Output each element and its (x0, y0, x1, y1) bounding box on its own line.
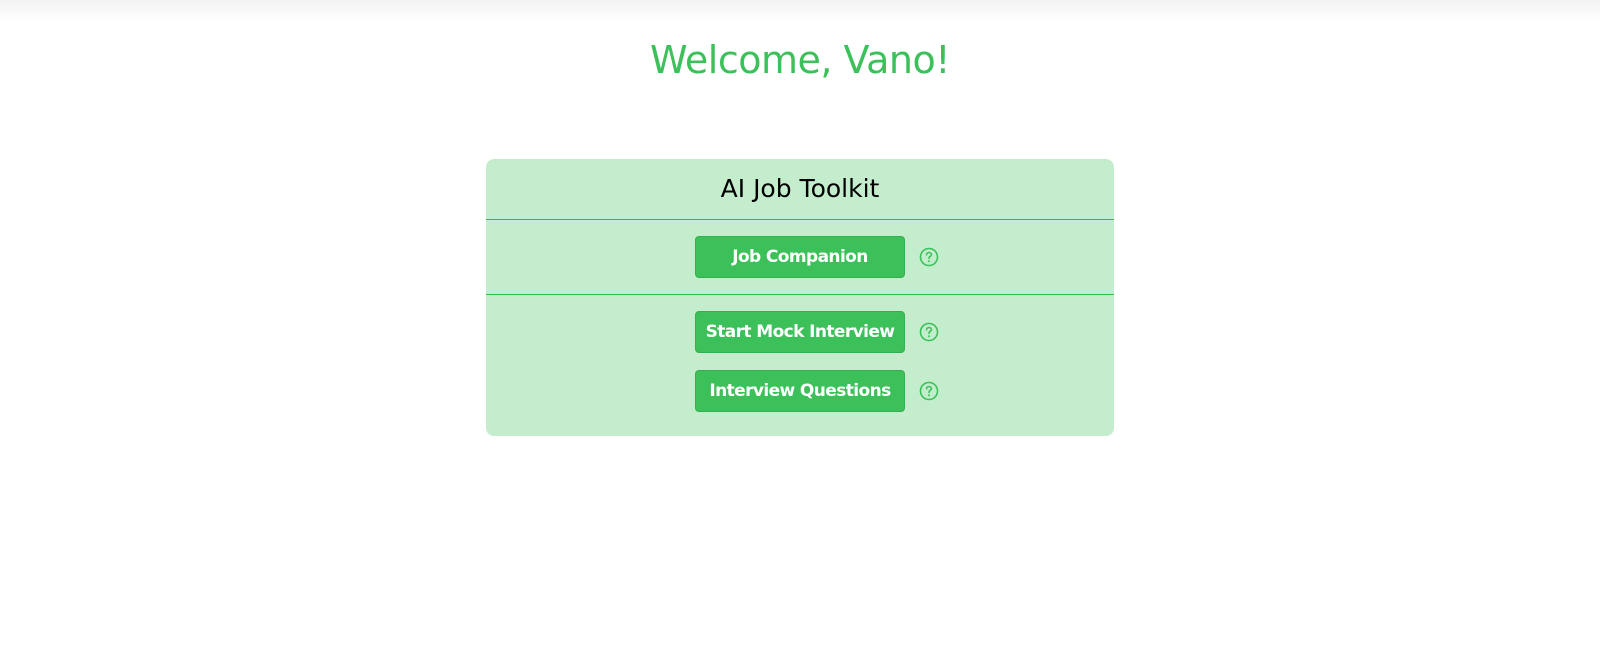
question-circle-icon[interactable] (919, 247, 939, 267)
page-title: Welcome, Vano! (650, 38, 950, 82)
job-companion-button[interactable]: Job Companion (695, 236, 905, 278)
interview-questions-button[interactable]: Interview Questions (695, 370, 905, 412)
start-mock-interview-button[interactable]: Start Mock Interview (695, 311, 905, 353)
toolkit-section-interview: Start Mock Interview Interview Questions (486, 295, 1114, 412)
question-circle-icon[interactable] (919, 322, 939, 342)
toolkit-row: Job Companion (695, 236, 939, 278)
toolkit-section-companion: Job Companion (486, 220, 1114, 295)
toolkit-row: Start Mock Interview (695, 311, 939, 353)
toolkit-row: Interview Questions (695, 370, 939, 412)
toolkit-panel: AI Job Toolkit Job Companion Start Mock … (486, 159, 1114, 436)
top-bar (0, 0, 1600, 20)
toolkit-title: AI Job Toolkit (486, 159, 1114, 220)
question-circle-icon[interactable] (919, 381, 939, 401)
